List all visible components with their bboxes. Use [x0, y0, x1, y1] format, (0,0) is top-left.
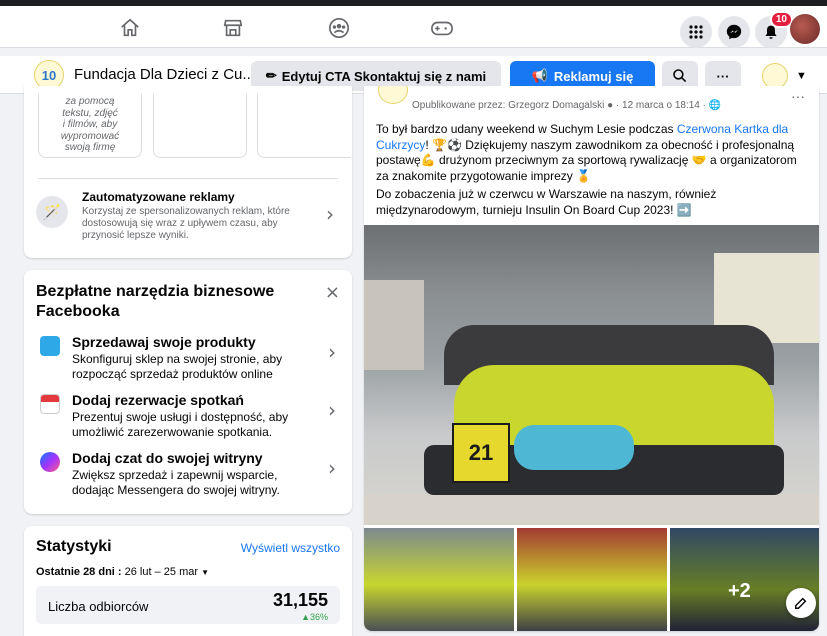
home-icon[interactable] [116, 14, 144, 42]
notifications-icon[interactable]: 10 [755, 11, 793, 48]
account-avatar[interactable] [790, 14, 820, 44]
promo-desc-line: za pomocą [65, 96, 115, 107]
pencil-icon: ✏ [265, 68, 277, 83]
tool-desc: Prezentuj swoje usługi i dostępność, aby… [72, 410, 289, 439]
promo-card: za pomocą tekstu, zdjęć i filmów, aby wy… [24, 86, 352, 258]
stats-period[interactable]: Ostatnie 28 dni : 26 lut – 25 mar ▼ [36, 566, 209, 578]
divider [38, 178, 338, 179]
compose-button[interactable] [786, 588, 816, 618]
post-more-icon[interactable]: ··· [791, 88, 805, 104]
menu-grid-icon[interactable] [680, 16, 712, 48]
post-author-logo[interactable] [378, 86, 408, 104]
post-date[interactable]: · 12 marca o 18:14 · [616, 100, 706, 111]
top-navigation: 10 [0, 0, 827, 48]
automated-ads-title: Zautomatyzowane reklamy [82, 190, 235, 204]
tool-title: Sprzedawaj swoje produkty [72, 334, 256, 350]
close-icon[interactable]: × [325, 282, 340, 303]
promo-tile[interactable]: za pomocą tekstu, zdjęć i filmów, aby wy… [38, 94, 142, 158]
post-text: To był bardzo udany weekend w Suchym Les… [376, 122, 806, 184]
promo-desc-line: wypromować [60, 130, 120, 142]
post-text-2: Do zobaczenia już w czerwcu w Warszawie … [376, 187, 717, 217]
promo-tile[interactable] [257, 94, 351, 158]
post-main-photo[interactable]: 21 [364, 225, 819, 525]
tools-title: Bezpłatne narzędzia biznesowe Facebooka [36, 283, 275, 320]
metric-change: ▲36% [301, 612, 328, 622]
shop-icon [40, 336, 60, 356]
magic-wand-icon: 🪄 [36, 196, 68, 228]
tool-title: Dodaj czat do swojej witryny [72, 450, 263, 466]
post-card: Opublikowane przez: Grzegorz Domagalski … [364, 86, 819, 631]
chevron-right-icon: › [328, 456, 336, 480]
chevron-down-icon: ▼ [796, 70, 807, 82]
more-label: ··· [716, 68, 730, 84]
stats-period-label: Ostatnie 28 dni : [36, 566, 122, 578]
promote-label: Reklamuj się [553, 68, 634, 84]
automated-ads-desc: Korzystaj ze spersonalizowanych reklam, … [82, 206, 290, 241]
post-thumbnail[interactable] [517, 528, 667, 631]
compose-icon [795, 597, 807, 609]
promo-desc-line: tekstu, zdjęć [62, 107, 118, 119]
statistics-card: Statystyki Wyświetl wszystko Ostatnie 28… [24, 526, 352, 636]
tool-desc: Skonfiguruj sklep na swojej stronie, aby… [72, 352, 283, 381]
edit-cta-label: Edytuj CTA Skontaktuj się z nami [281, 68, 487, 84]
groups-icon[interactable] [325, 14, 353, 42]
search-icon [673, 69, 687, 83]
chevron-right-icon: › [328, 340, 336, 364]
post-author[interactable]: Opublikowane przez: Grzegorz Domagalski [412, 100, 604, 111]
gaming-icon[interactable] [428, 14, 456, 42]
caret-down-icon: ▼ [201, 568, 209, 577]
metric-label: Liczba odbiorców [48, 599, 149, 614]
post-text-part: ! 🏆⚽ Dziękujemy naszym zawodnikom za obe… [376, 137, 797, 183]
promo-desc-line: i filmów, aby [62, 119, 118, 130]
post-thumbnail[interactable] [364, 528, 514, 631]
automated-ads-row[interactable]: 🪄 Zautomatyzowane reklamy Korzystaj ze s… [36, 190, 342, 246]
promo-tile[interactable] [153, 94, 247, 158]
floor-shape [364, 495, 819, 525]
business-tools-card: Bezpłatne narzędzia biznesowe Facebooka … [24, 270, 352, 514]
stats-title: Statystyki [36, 538, 112, 555]
post-text-part: To był bardzo udany weekend w Suchym Les… [376, 122, 677, 136]
messenger-icon [40, 452, 60, 472]
calendar-icon [40, 394, 60, 414]
audience-metric[interactable]: Liczba odbiorców 31,155 ▲36% [36, 586, 340, 624]
messenger-icon[interactable] [718, 16, 750, 48]
verified-icon: ● [607, 100, 614, 111]
globe-icon: 🌐 [708, 100, 722, 111]
page-name[interactable]: Fundacja Dla Dzieci z Cu... [74, 66, 255, 83]
chevron-right-icon: › [326, 202, 334, 226]
marketplace-icon[interactable] [219, 14, 247, 42]
more-photos-count: +2 [728, 580, 751, 602]
stats-period-range: 26 lut – 25 mar [124, 566, 199, 578]
metric-value: 31,155 [272, 590, 328, 610]
stats-view-all-link[interactable]: Wyświetl wszystko [241, 541, 340, 555]
post-meta: Opublikowane przez: Grzegorz Domagalski … [412, 100, 721, 111]
chevron-right-icon: › [328, 398, 336, 422]
jersey-number: 21 [468, 440, 494, 465]
megaphone-icon: 📢 [531, 68, 548, 83]
tool-desc: Zwiększ sprzedaż i zapewnij wsparcie, do… [72, 468, 280, 497]
tool-title: Dodaj rezerwacje spotkań [72, 392, 244, 408]
jersey-shape: 21 [452, 423, 510, 483]
promo-desc-line: swoją firmę [64, 142, 116, 153]
